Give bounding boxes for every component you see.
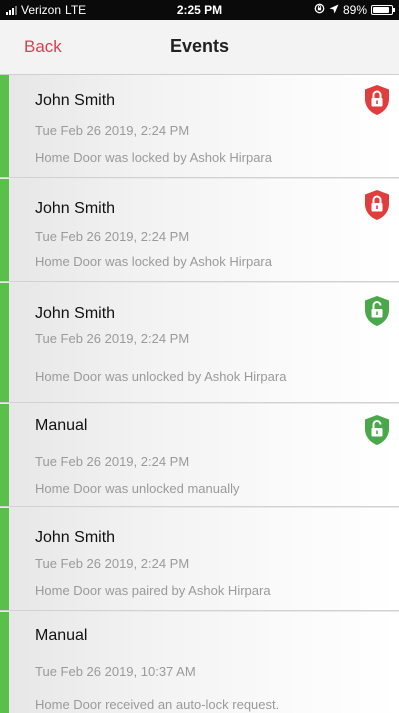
locked-shield-icon bbox=[365, 190, 389, 220]
event-date: Tue Feb 26 2019, 10:37 AM bbox=[35, 664, 196, 679]
event-list-item[interactable]: Manual Tue Feb 26 2019, 10:37 AM Home Do… bbox=[0, 612, 399, 713]
event-description: Home Door was unlocked by Ashok Hirpara bbox=[35, 369, 287, 384]
battery-icon bbox=[371, 5, 395, 15]
event-list-item[interactable]: John Smith Tue Feb 26 2019, 2:24 PM Home… bbox=[0, 508, 399, 611]
locked-shield-icon bbox=[365, 85, 389, 115]
event-title: John Smith bbox=[35, 200, 116, 217]
event-description: Home Door received an auto-lock request. bbox=[35, 697, 280, 712]
status-right: 89% bbox=[314, 3, 395, 17]
page-title: Events bbox=[169, 36, 230, 56]
event-date: Tue Feb 26 2019, 2:24 PM bbox=[35, 123, 190, 138]
event-title: Manual bbox=[35, 627, 88, 644]
event-title: Manual bbox=[35, 417, 88, 434]
event-status-stripe bbox=[0, 75, 9, 177]
event-date: Tue Feb 26 2019, 2:24 PM bbox=[35, 229, 190, 244]
event-date: Tue Feb 26 2019, 2:24 PM bbox=[35, 331, 190, 346]
event-title: John Smith bbox=[35, 529, 116, 546]
unlocked-shield-icon bbox=[365, 415, 389, 445]
event-date: Tue Feb 26 2019, 2:24 PM bbox=[35, 556, 190, 571]
events-list: John Smith Tue Feb 26 2019, 2:24 PM Home… bbox=[0, 75, 399, 713]
event-title: John Smith bbox=[35, 305, 116, 322]
event-status-stripe bbox=[0, 404, 9, 506]
event-list-item[interactable]: Manual Tue Feb 26 2019, 2:24 PM Home Doo… bbox=[0, 404, 399, 507]
status-bar: Verizon LTE 2:25 PM 89% bbox=[0, 0, 399, 20]
event-list-item[interactable]: John Smith Tue Feb 26 2019, 2:24 PM Home… bbox=[0, 179, 399, 282]
battery-percent-label: 89% bbox=[342, 3, 367, 17]
event-description: Home Door was locked by Ashok Hirpara bbox=[35, 254, 272, 269]
event-status-stripe bbox=[0, 612, 9, 713]
location-arrow-icon bbox=[329, 3, 339, 17]
event-description: Home Door was locked by Ashok Hirpara bbox=[35, 150, 272, 165]
event-status-stripe bbox=[0, 283, 9, 402]
unlocked-shield-icon bbox=[365, 296, 389, 326]
battery-fill bbox=[373, 7, 389, 13]
navigation-bar: Back Events bbox=[0, 20, 399, 75]
event-list-item[interactable]: John Smith Tue Feb 26 2019, 2:24 PM Home… bbox=[0, 75, 399, 178]
event-status-stripe bbox=[0, 179, 9, 281]
event-list-item[interactable]: John Smith Tue Feb 26 2019, 2:24 PM Home… bbox=[0, 283, 399, 403]
rotation-lock-icon bbox=[314, 3, 325, 17]
event-title: John Smith bbox=[35, 92, 116, 109]
event-description: Home Door was unlocked manually bbox=[35, 481, 240, 496]
event-description: Home Door was paired by Ashok Hirpara bbox=[35, 583, 271, 598]
event-date: Tue Feb 26 2019, 2:24 PM bbox=[35, 454, 190, 469]
event-status-stripe bbox=[0, 508, 9, 610]
